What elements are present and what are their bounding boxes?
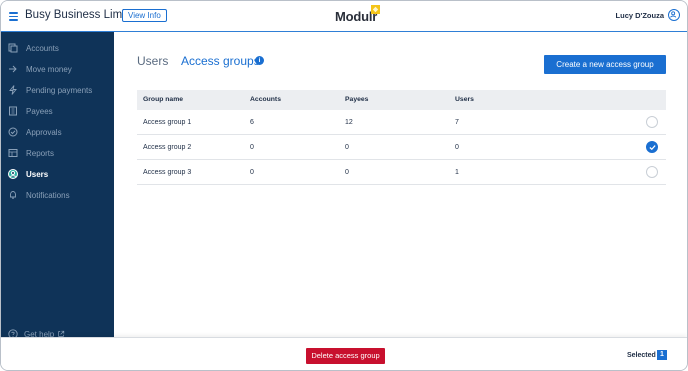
table-row[interactable]: Access group 3 0 0 1	[137, 160, 666, 185]
sidebar-item-label: Move money	[26, 64, 72, 74]
column-header-accounts: Accounts	[250, 96, 281, 103]
cell-payees: 0	[345, 144, 349, 151]
row-select-radio[interactable]	[646, 166, 658, 178]
reports-icon	[8, 149, 18, 157]
table-header: Group name Accounts Payees Users	[137, 90, 666, 110]
user-avatar-icon[interactable]	[668, 9, 680, 21]
accounts-icon	[8, 43, 18, 53]
tab-access-groups[interactable]: Access groups	[181, 54, 260, 68]
cell-accounts: 0	[250, 169, 254, 176]
cell-group-name: Access group 2	[143, 144, 192, 151]
cell-group-name: Access group 3	[143, 169, 192, 176]
payees-icon	[9, 106, 17, 116]
menu-icon[interactable]	[9, 12, 18, 21]
checkmark-icon	[649, 145, 656, 151]
sidebar-item-notifications[interactable]: Notifications	[1, 186, 114, 204]
cell-group-name: Access group 1	[143, 119, 192, 126]
move-money-icon	[9, 65, 17, 73]
lightning-icon	[9, 85, 17, 95]
sidebar-item-label: Notifications	[26, 190, 70, 200]
sidebar-item-label: Reports	[26, 148, 55, 158]
bell-icon	[10, 191, 16, 199]
row-select-radio[interactable]	[646, 116, 658, 128]
cell-accounts: 0	[250, 144, 254, 151]
action-footer: Delete access group Selected 1	[1, 337, 687, 370]
sidebar: Accounts Move money Pending payments Pay…	[1, 32, 114, 339]
tab-users[interactable]: Users	[137, 54, 168, 68]
cell-payees: 12	[345, 119, 353, 126]
row-select-radio-checked[interactable]	[646, 141, 658, 153]
sidebar-item-label: Accounts	[26, 43, 59, 53]
sidebar-item-label: Users	[26, 169, 49, 179]
column-header-payees: Payees	[345, 96, 369, 103]
cell-users: 1	[455, 169, 459, 176]
top-header: Busy Business Limited View Info Modulr L…	[1, 1, 687, 32]
check-circle-icon	[8, 127, 18, 137]
logo-mark-icon	[371, 5, 380, 14]
delete-access-group-button[interactable]: Delete access group	[306, 348, 385, 364]
column-header-users: Users	[455, 96, 474, 103]
sidebar-item-move-money[interactable]: Move money	[1, 60, 114, 78]
selected-count-badge: 1	[657, 350, 667, 360]
cell-users: 0	[455, 144, 459, 151]
cell-users: 7	[455, 119, 459, 126]
cell-accounts: 6	[250, 119, 254, 126]
sidebar-item-label: Pending payments	[26, 85, 93, 95]
sidebar-item-label: Payees	[26, 106, 53, 116]
sidebar-item-label: Approvals	[26, 127, 62, 137]
sidebar-item-approvals[interactable]: Approvals	[1, 123, 114, 141]
users-icon	[8, 169, 18, 179]
sidebar-item-payees[interactable]: Payees	[1, 102, 114, 120]
sidebar-item-accounts[interactable]: Accounts	[1, 39, 114, 57]
modulr-logo: Modulr	[335, 5, 380, 26]
selected-label: Selected	[627, 352, 656, 359]
user-name[interactable]: Lucy D'Zouza	[616, 11, 664, 20]
view-info-button[interactable]: View Info	[122, 9, 167, 22]
sidebar-item-users[interactable]: Users	[1, 165, 114, 183]
sidebar-item-pending-payments[interactable]: Pending payments	[1, 81, 114, 99]
cell-payees: 0	[345, 169, 349, 176]
sidebar-item-reports[interactable]: Reports	[1, 144, 114, 162]
info-icon[interactable]: i	[255, 56, 264, 65]
table-row[interactable]: Access group 1 6 12 7	[137, 110, 666, 135]
access-groups-table: Group name Accounts Payees Users Access …	[137, 90, 666, 185]
create-access-group-button[interactable]: Create a new access group	[544, 55, 666, 74]
column-header-group-name: Group name	[143, 96, 184, 103]
table-row[interactable]: Access group 2 0 0 0	[137, 135, 666, 160]
app-window: Busy Business Limited View Info Modulr L…	[0, 0, 688, 371]
